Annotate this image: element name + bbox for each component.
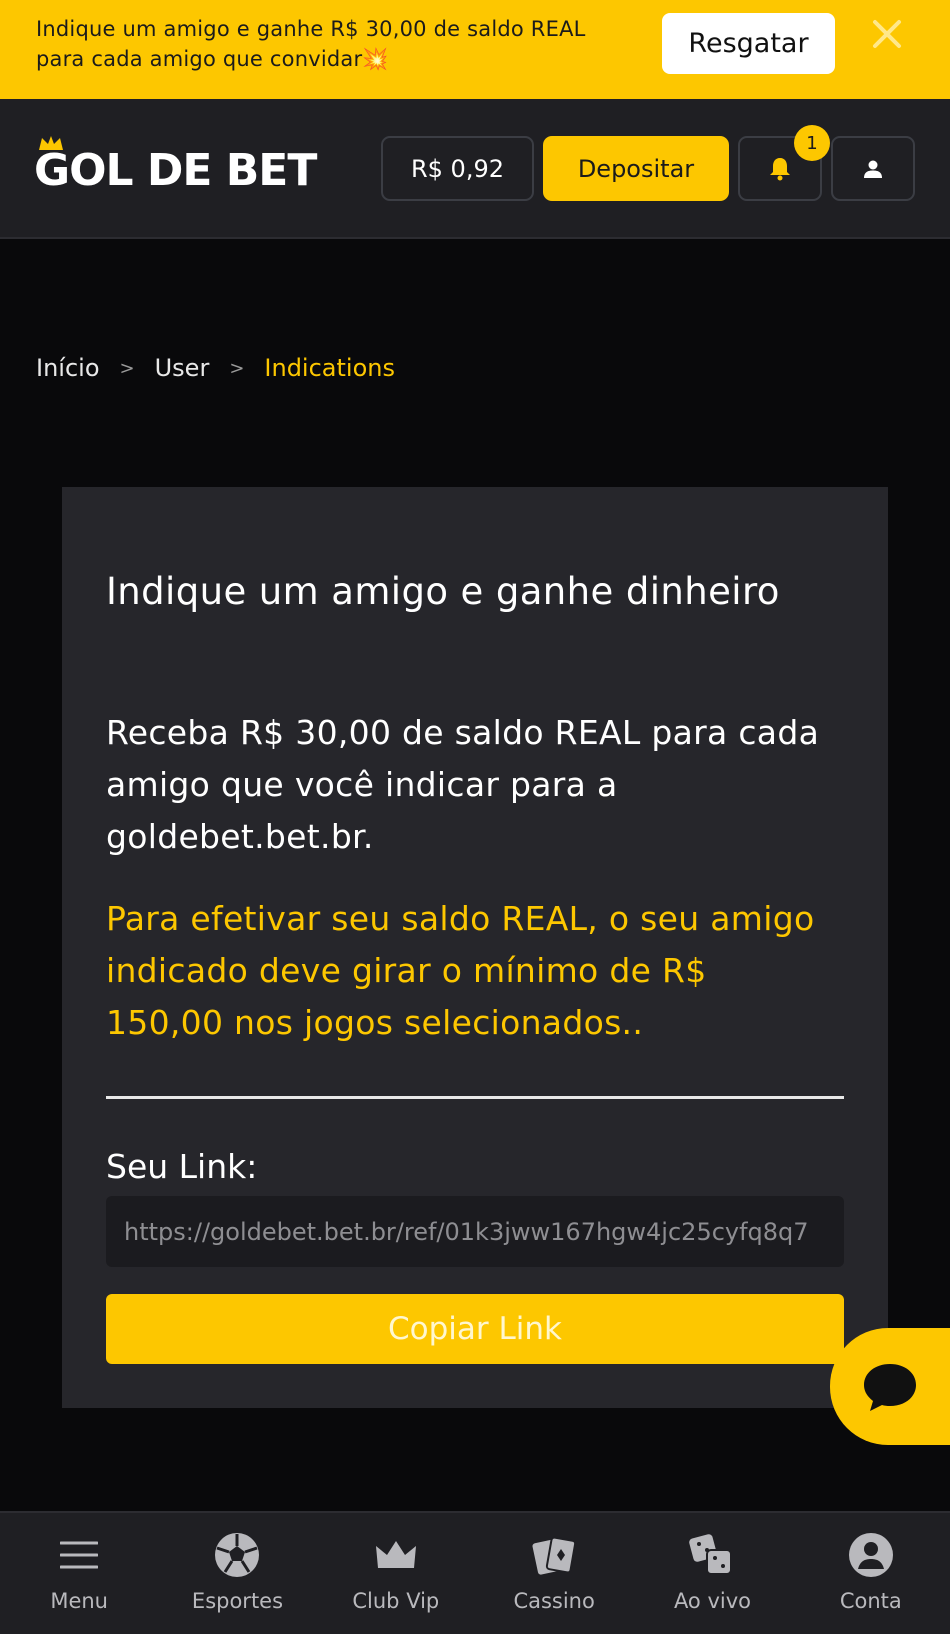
breadcrumb-separator: > (229, 357, 245, 379)
account-icon (847, 1531, 895, 1579)
chat-bubble-icon (864, 1363, 916, 1411)
promo-text-line-1: Indique um amigo e ganhe R$ 30,00 de sal… (36, 17, 586, 41)
bell-icon (770, 157, 790, 180)
notification-badge: 1 (794, 125, 830, 161)
breadcrumb-current: Indications (264, 354, 395, 382)
nav-label: Esportes (191, 1589, 284, 1613)
nav-label: Club Vip (352, 1589, 440, 1613)
menu-icon (55, 1531, 103, 1579)
card-description: Receba R$ 30,00 de saldo REAL para cada … (106, 713, 820, 856)
chat-button[interactable] (830, 1328, 950, 1445)
dice-icon (688, 1531, 736, 1579)
nav-item-club-vip[interactable]: Club Vip (317, 1513, 475, 1634)
promo-banner: Indique um amigo e ganhe R$ 30,00 de sal… (0, 0, 950, 99)
referral-card: Indique um amigo e ganhe dinheiro Receba… (62, 487, 888, 1408)
nav-item-live[interactable]: Ao vivo (633, 1513, 791, 1634)
account-button[interactable] (831, 136, 915, 201)
nav-item-sports[interactable]: Esportes (158, 1513, 316, 1634)
nav-item-casino[interactable]: Cassino (475, 1513, 633, 1634)
nav-label: Conta (839, 1589, 902, 1613)
soccer-ball-icon (213, 1531, 261, 1579)
breadcrumb-separator: > (119, 357, 135, 379)
link-label: Seu Link: (106, 1147, 258, 1186)
nav-item-account[interactable]: Conta (792, 1513, 950, 1634)
nav-label: Cassino (513, 1589, 595, 1613)
crown-icon (372, 1531, 420, 1579)
balance-display[interactable]: R$ 0,92 (381, 136, 534, 201)
copy-link-button[interactable]: Copiar Link (106, 1294, 844, 1364)
nav-label: Menu (50, 1589, 108, 1613)
bottom-navigation: Menu Esportes Club Vip Cassino Ao vivo C… (0, 1511, 950, 1634)
breadcrumb-user[interactable]: User (155, 354, 210, 382)
divider (106, 1096, 844, 1099)
logo[interactable]: GOL DE BET (34, 136, 317, 202)
logo-text: GOL DE BET (34, 145, 317, 196)
card-title: Indique um amigo e ganhe dinheiro (106, 570, 780, 613)
nav-label: Ao vivo (673, 1589, 751, 1613)
promo-text-line-2: para cada amigo que convidar💥 (36, 47, 389, 71)
promo-text: Indique um amigo e ganhe R$ 30,00 de sal… (36, 14, 636, 74)
crown-logo-icon (39, 136, 63, 150)
deposit-button[interactable]: Depositar (543, 136, 729, 201)
redeem-button[interactable]: Resgatar (662, 13, 835, 74)
close-icon[interactable] (870, 17, 904, 51)
breadcrumb: Início > User > Indications (36, 354, 395, 382)
cards-icon (530, 1531, 578, 1579)
breadcrumb-home[interactable]: Início (36, 354, 100, 382)
card-note: Para efetivar seu saldo REAL, o seu amig… (106, 899, 815, 1042)
nav-item-menu[interactable]: Menu (0, 1513, 158, 1634)
referral-link-input[interactable] (106, 1196, 844, 1267)
user-icon (864, 160, 882, 178)
